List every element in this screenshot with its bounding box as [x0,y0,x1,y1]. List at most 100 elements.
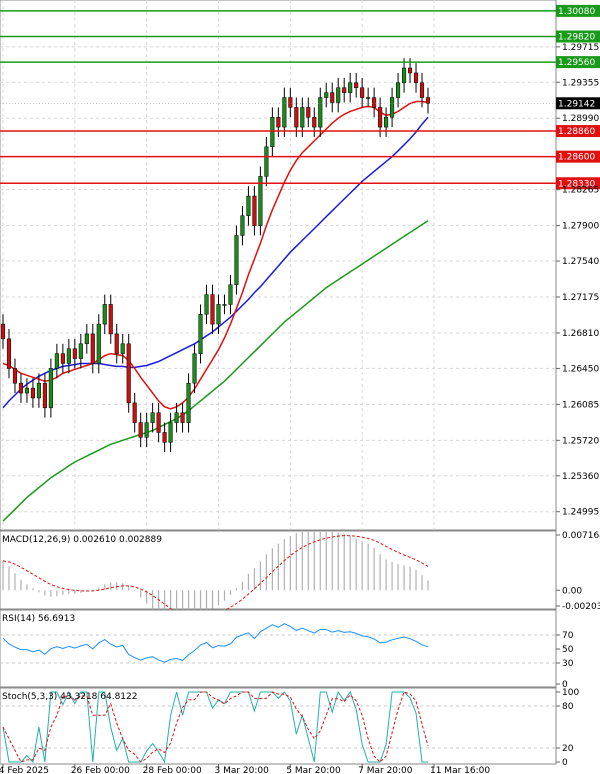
candle-body [78,343,83,359]
time-axis: 24 Feb 2025 26 Feb 00:00 28 Feb 00:00 3 Mar… [0,764,490,774]
candle-body [234,235,239,285]
candle-body [300,107,305,128]
candle-body [282,97,287,128]
candle-body [384,117,389,128]
current-price-label: 1.29142 [558,99,595,109]
candle-body [198,313,203,354]
candle-body [396,82,401,98]
level-label: 1.28860 [558,127,595,137]
candle-body [288,97,293,108]
forex-chart[interactable]: 1.30080 1.29820 1.29560 1.28860 1.28600 1.283… [0,0,600,774]
price-tick-label: 1.28990 [562,114,599,124]
candle-body [330,92,335,103]
rsi-label: RSI(14) 56.6913 [2,614,75,624]
candle-body [264,146,269,177]
time-tick-label: 7 Mar 20:00 [358,766,413,774]
time-tick-label: 28 Feb 00:00 [143,766,202,774]
stoch-axis-label: 80 [562,702,574,712]
level-label: 1.29560 [558,58,595,68]
time-tick-label: 26 Feb 00:00 [71,766,130,774]
candle-body [12,368,18,384]
candle-body [24,387,29,394]
candle-body [210,294,215,325]
candle-body [144,422,149,438]
stoch-axis-label: 100 [562,688,579,698]
stoch-axis-label: 0 [562,758,568,768]
candle-body [336,87,341,103]
candle-body [390,97,395,118]
price-tick-label: 1.26085 [562,400,599,410]
macd-axis-label: 0.00 [562,586,582,596]
indicator-axes: 0.0071640.00-0.002039705030010080200 [556,531,600,768]
candle-body [6,338,12,369]
candle-body [324,92,329,98]
level-label: 1.30080 [558,7,595,17]
price-tick-label: 1.29355 [562,78,599,88]
level-label: 1.29820 [558,33,595,43]
time-tick-label: 24 Feb 2025 [0,766,49,774]
candle-body [216,304,221,325]
candle-body [36,382,41,399]
price-tick-label: 1.29715 [562,43,599,53]
price-tick-label: 1.25720 [562,436,599,446]
candle-body [252,195,257,226]
rsi-axis-label: 50 [562,645,574,655]
candle-body [407,67,413,74]
price-panel [0,0,557,531]
candle-body [192,353,197,384]
time-tick-label: 11 Mar 16:00 [430,766,490,774]
rsi-axis-label: 70 [562,631,574,641]
candle-body [156,412,161,433]
level-label: 1.28600 [558,153,595,163]
candle-body [180,412,185,423]
candle-body [222,304,227,306]
price-tick-label: 1.28265 [562,186,599,196]
price-tick-label: 1.26810 [562,329,599,339]
candle-body [318,97,323,128]
candle-body [102,304,107,325]
candle-body [150,412,155,423]
candle-body [132,402,137,423]
candle-body [306,107,311,118]
chart-canvas[interactable]: 1.300801.298201.295601.288601.286001.283… [0,0,600,774]
macd-axis-label: 0.007164 [562,531,600,541]
candle-body [204,294,209,315]
candle-body [342,87,347,93]
candle-body [168,422,173,443]
candle-body [84,333,89,345]
candle-body [0,323,6,340]
candle-body [366,97,371,99]
candle-body [18,382,24,394]
candle-body [54,353,59,369]
macd-label: MACD(12,26,9) 0.002610 0.002889 [2,535,162,545]
candle-body [360,87,365,98]
price-tick-label: 1.27175 [562,293,599,303]
candle-body [174,412,179,423]
candle-body [186,382,191,423]
candle-body [246,195,251,217]
candle-body [114,333,119,354]
candle-body [419,82,425,98]
candle-body [42,382,47,409]
candle-body [30,387,35,399]
candle-body [354,82,359,88]
stoch-axis-label: 20 [562,744,574,754]
candle-body [228,284,233,305]
candle-body [66,348,71,364]
candle-body [348,82,353,93]
candle-body [294,107,299,128]
price-tick-label: 1.27540 [562,257,599,267]
price-tick-label: 1.27900 [562,222,599,232]
candle-body [378,107,383,128]
candle-body [126,343,131,404]
candle-body [60,353,65,364]
candle-body [108,304,113,335]
macd-axis-label: -0.002039 [562,602,600,612]
candle-body [120,343,125,354]
candle-body [138,422,143,438]
candle-body [162,432,167,443]
price-tick-label: 1.24995 [562,508,599,518]
time-tick-label: 5 Mar 20:00 [286,766,341,774]
price-tick-label: 1.26450 [562,364,599,374]
candle-body [276,117,281,128]
